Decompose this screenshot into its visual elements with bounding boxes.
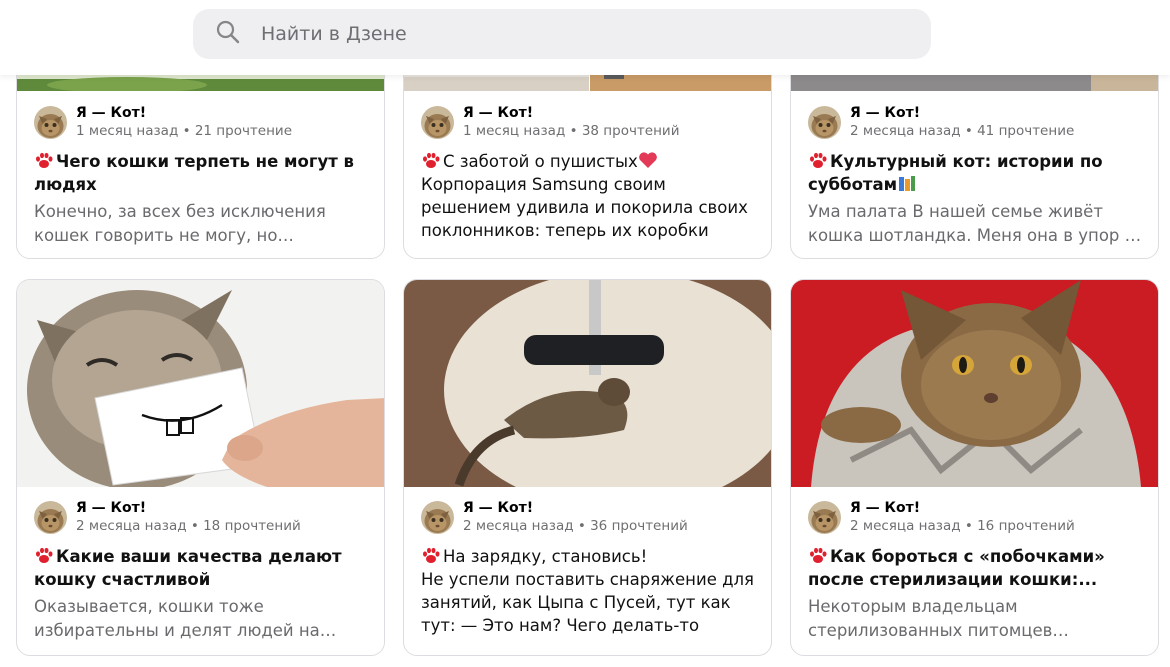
author-row: Я — Кот! 1 месяц назад • 38 прочтений bbox=[421, 105, 757, 139]
article-description: Оказывается, кошки тоже избирательны и д… bbox=[34, 597, 337, 640]
article-image[interactable] bbox=[17, 280, 384, 487]
author-avatar[interactable] bbox=[34, 501, 67, 534]
author-avatar[interactable] bbox=[421, 501, 454, 534]
paw-icon bbox=[808, 546, 828, 564]
heart-icon bbox=[638, 152, 657, 168]
paw-icon bbox=[421, 151, 441, 169]
author-row: Я — Кот! 2 месяца назад • 16 прочтений bbox=[808, 500, 1144, 534]
article-title[interactable]: Какие ваши качества делают кошку счастли… bbox=[34, 545, 370, 591]
article-title[interactable]: На зарядку, становись! bbox=[421, 545, 757, 568]
article-stats: 1 месяц назад • 21 прочтение bbox=[76, 123, 292, 139]
author-row: Я — Кот! 2 месяца назад • 41 прочтение bbox=[808, 105, 1144, 139]
article-stats: 2 месяца назад • 36 прочтений bbox=[463, 518, 688, 534]
author-avatar[interactable] bbox=[421, 106, 454, 139]
article-title[interactable]: С заботой о пушистых bbox=[421, 150, 757, 173]
paw-icon bbox=[34, 151, 54, 169]
author-name[interactable]: Я — Кот! bbox=[76, 499, 301, 517]
article-snippet: Не успели поставить снаряжение для занят… bbox=[421, 570, 754, 635]
author-row: Я — Кот! 1 месяц назад • 21 прочтение bbox=[34, 105, 370, 139]
article-title[interactable]: Чего кошки терпеть не могут в людях bbox=[34, 150, 370, 196]
article-title[interactable]: Как бороться с «побочками» после стерили… bbox=[808, 545, 1144, 591]
article-stats: 2 месяца назад • 18 прочтений bbox=[76, 518, 301, 534]
paw-icon bbox=[34, 546, 54, 564]
author-name[interactable]: Я — Кот! bbox=[850, 499, 1075, 517]
author-row: Я — Кот! 2 месяца назад • 18 прочтений bbox=[34, 500, 370, 534]
article-card[interactable]: Я — Кот! 2 месяца назад • 36 прочтений Н… bbox=[403, 279, 772, 656]
author-avatar[interactable] bbox=[808, 501, 841, 534]
article-snippet: Корпорация Samsung своим решением удивил… bbox=[421, 175, 748, 240]
article-stats: 2 месяца назад • 16 прочтений bbox=[850, 518, 1075, 534]
article-stats: 2 месяца назад • 41 прочтение bbox=[850, 123, 1075, 139]
article-image[interactable] bbox=[404, 280, 771, 487]
search-input[interactable]: Найти в Дзене bbox=[193, 9, 931, 59]
author-name[interactable]: Я — Кот! bbox=[850, 104, 1074, 122]
top-bar: Найти в Дзене bbox=[0, 0, 1170, 75]
paw-icon bbox=[421, 546, 441, 564]
article-description: Конечно, за всех без исключения кошек го… bbox=[34, 202, 326, 245]
author-name[interactable]: Я — Кот! bbox=[463, 104, 679, 122]
article-description: Некоторым владельцам стерилизованных пит… bbox=[808, 597, 1069, 640]
author-avatar[interactable] bbox=[808, 106, 841, 139]
paw-icon bbox=[808, 151, 828, 169]
article-title[interactable]: Культурный кот: истории по субботам bbox=[808, 150, 1144, 196]
search-placeholder: Найти в Дзене bbox=[261, 23, 407, 45]
article-image[interactable] bbox=[791, 280, 1158, 487]
author-name[interactable]: Я — Кот! bbox=[463, 499, 688, 517]
author-avatar[interactable] bbox=[34, 106, 67, 139]
author-row: Я — Кот! 2 месяца назад • 36 прочтений bbox=[421, 500, 757, 534]
search-icon bbox=[215, 19, 241, 49]
author-name[interactable]: Я — Кот! bbox=[76, 104, 292, 122]
article-card[interactable]: Я — Кот! 2 месяца назад • 16 прочтений К… bbox=[790, 279, 1159, 656]
article-card[interactable]: Я — Кот! 2 месяца назад • 18 прочтений К… bbox=[16, 279, 385, 656]
article-description: Ума палата В нашей семье живёт кошка шот… bbox=[808, 202, 1142, 245]
article-stats: 1 месяц назад • 38 прочтений bbox=[463, 123, 680, 139]
books-icon bbox=[899, 176, 916, 191]
